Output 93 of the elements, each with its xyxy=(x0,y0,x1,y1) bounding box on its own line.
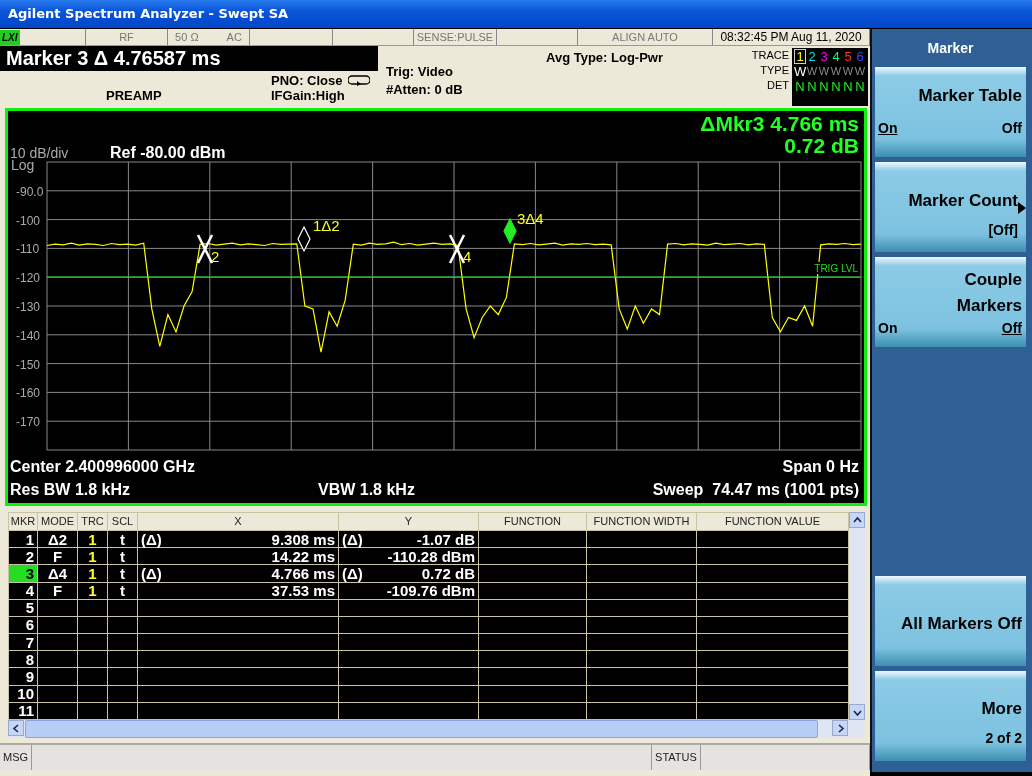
marker-label: 2 xyxy=(211,248,220,265)
trace-type: W xyxy=(794,64,806,79)
submenu-arrow-icon xyxy=(1018,202,1026,214)
align-label: ALIGN AUTO xyxy=(612,29,678,45)
status-label: STATUS xyxy=(655,750,697,766)
reference-level: Ref -80.00 dBm xyxy=(110,144,226,161)
trace-number[interactable]: 4 xyxy=(830,49,842,64)
column-header: MKR xyxy=(8,512,38,531)
trigger-level-label: TRIG LVL xyxy=(814,263,858,274)
table-cell: -1.07 dB xyxy=(416,531,475,547)
scroll-down-button[interactable] xyxy=(849,704,865,720)
detector-label: N xyxy=(830,79,842,94)
loop-icon xyxy=(347,74,370,86)
softkey[interactable]: All Markers Off xyxy=(875,576,1026,666)
axis-tick-label: -90.0 xyxy=(16,184,44,199)
trace-row-label: TYPE xyxy=(759,63,789,78)
table-cell: -110.28 dBm xyxy=(387,548,475,564)
lxi-logo: LXI xyxy=(0,29,20,45)
axis-tick-label: -160 xyxy=(16,386,41,401)
rf-label: RF xyxy=(119,29,134,45)
sweep-time: Sweep 74.47 ms (1001 pts) xyxy=(652,481,859,498)
column-header: TRC xyxy=(77,512,108,531)
date-time: 08:32:45 PM Aug 11, 2020 xyxy=(720,29,862,46)
coupling-label: AC xyxy=(226,29,242,45)
avg-type-label: Avg Type: Log-Pwr xyxy=(546,50,663,67)
marker-label: 4 xyxy=(463,248,472,265)
trace-row-label: TRACE xyxy=(751,48,789,63)
preamp-label: PREAMP xyxy=(106,88,163,103)
axis-tick-label: -100 xyxy=(16,213,41,228)
softkey[interactable]: More 2 of 2 xyxy=(875,671,1026,761)
sense-label: SENSE:PULSE xyxy=(416,29,494,45)
table-cell: 0.72 dB xyxy=(421,565,475,581)
impedance-label: 50 Ω xyxy=(175,29,199,45)
trace-number[interactable]: 5 xyxy=(842,49,854,64)
table-cell: 9.308 ms xyxy=(271,531,335,547)
softkey[interactable]: Couple Markers On Off xyxy=(875,257,1026,347)
column-header: FUNCTION WIDTH xyxy=(586,512,697,531)
trace-number[interactable]: 1 xyxy=(794,49,806,64)
detector-label: N xyxy=(818,79,830,94)
table-cell: 14.22 ms xyxy=(271,548,335,564)
video-bandwidth: VBW 1.8 kHz xyxy=(318,481,415,498)
scroll-right-button[interactable] xyxy=(832,720,848,736)
column-header: SCL xyxy=(107,512,138,531)
delta-label: (Δ) xyxy=(342,565,363,581)
delta-label: (Δ) xyxy=(342,531,363,547)
trace-type: W xyxy=(842,64,854,79)
trace-number[interactable]: 2 xyxy=(806,49,818,64)
axis-tick-label: -140 xyxy=(16,328,41,343)
column-header: MODE xyxy=(37,512,78,531)
axis-tick-label: -130 xyxy=(16,300,41,314)
active-function-readout: Marker 3 Δ 4.76587 ms xyxy=(0,46,378,71)
trace-type: W xyxy=(830,64,842,79)
msg-label: MSG xyxy=(3,750,29,766)
axis-tick-label: -170 xyxy=(16,415,41,430)
scroll-left-button[interactable] xyxy=(8,720,24,736)
pno-label: PNO: Close xyxy=(271,73,344,88)
detector-label: N xyxy=(842,79,854,94)
axis-tick-label: -110 xyxy=(16,242,40,257)
trace-type: W xyxy=(818,64,830,79)
detector-label: N xyxy=(794,79,806,94)
delta-marker-value: 0.72 dB xyxy=(784,134,859,157)
vertical-scrollbar[interactable] xyxy=(849,512,865,720)
trigger-label: Trig: Video xyxy=(386,64,454,79)
window-title: Agilent Spectrum Analyzer - Swept SA xyxy=(0,0,1032,29)
axis-tick-label: -150 xyxy=(16,357,41,372)
delta-marker-readout: ΔMkr3 4.766 ms xyxy=(700,112,859,135)
column-header: Y xyxy=(338,512,479,531)
trace-type: W xyxy=(806,64,818,79)
delta-label: (Δ) xyxy=(141,531,162,547)
resolution-bandwidth: Res BW 1.8 kHz xyxy=(10,481,131,498)
detector-label: N xyxy=(806,79,818,94)
softkey[interactable]: Marker Count [Off] xyxy=(875,162,1026,252)
detector-label: N xyxy=(854,79,866,94)
column-header: FUNCTION xyxy=(478,512,587,531)
trace-row-label: DET xyxy=(766,78,789,93)
column-header: X xyxy=(137,512,339,531)
attenuation-label: #Atten: 0 dB xyxy=(386,82,464,97)
span-label: Span 0 Hz xyxy=(782,458,859,475)
marker-label: 1Δ2 xyxy=(313,217,340,234)
axis-tick-label: -120 xyxy=(16,271,41,286)
trace-type: W xyxy=(854,64,866,79)
delta-label: (Δ) xyxy=(141,565,162,581)
center-frequency: Center 2.400996000 GHz xyxy=(10,458,195,475)
ifgain-label: IFGain:High xyxy=(271,88,345,103)
table-cell: -109.76 dBm xyxy=(386,583,475,599)
scroll-up-button[interactable] xyxy=(849,512,865,528)
marker-label: 3Δ4 xyxy=(517,210,544,227)
menu-title: Marker xyxy=(926,39,975,58)
column-header: FUNCTION VALUE xyxy=(696,512,849,531)
table-cell: 37.53 ms xyxy=(271,583,335,599)
trace-number[interactable]: 3 xyxy=(818,49,830,64)
softkey[interactable]: Marker Table On Off xyxy=(875,67,1026,157)
table-cell: 4.766 ms xyxy=(271,565,335,581)
